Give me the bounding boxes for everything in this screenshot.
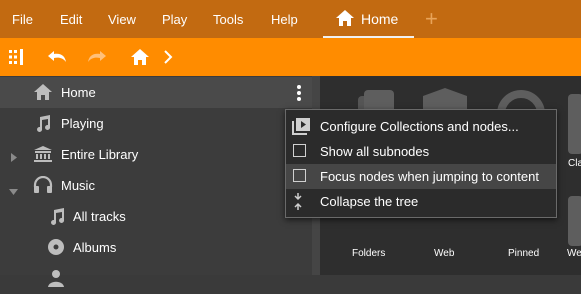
- sidebar-item-all-tracks[interactable]: All tracks: [0, 201, 312, 232]
- library-icon: [33, 145, 53, 166]
- checkbox[interactable]: [293, 144, 306, 157]
- context-menu: Configure Collections and nodes... Show …: [285, 109, 557, 218]
- tile-label-folders: Folders: [352, 248, 386, 259]
- person-icon: [47, 269, 65, 290]
- sidebar-item-label: Home: [61, 85, 96, 100]
- menu-item-collapse-tree[interactable]: Collapse the tree: [286, 189, 556, 214]
- menu-view[interactable]: View: [108, 12, 136, 27]
- home-icon: [335, 9, 355, 30]
- sidebar-item-label: Entire Library: [61, 147, 139, 162]
- sidebar-item-label: Albums: [73, 240, 117, 255]
- tile-label-pinned: Pinned: [508, 248, 540, 259]
- sidebar-item-music[interactable]: Music: [0, 170, 312, 201]
- menu-help[interactable]: Help: [271, 12, 298, 27]
- tile-label-web: Web: [434, 248, 455, 259]
- chevron-down-icon[interactable]: [9, 183, 18, 198]
- menu-item-configure-collections[interactable]: Configure Collections and nodes...: [286, 114, 556, 139]
- sidebar-item-label: Playing: [61, 116, 104, 131]
- sidebar-item-label: Music: [61, 178, 95, 193]
- menu-item-label: Configure Collections and nodes...: [320, 119, 519, 134]
- tab-home[interactable]: Home: [323, 0, 414, 38]
- home-icon[interactable]: [129, 38, 151, 76]
- menubar: File Edit View Play Tools Help Home +: [0, 0, 581, 38]
- disc-icon: [47, 238, 65, 259]
- tile-icon[interactable]: [563, 86, 581, 266]
- tile-label-we: We: [567, 248, 581, 259]
- sidebar-item-partial[interactable]: [0, 263, 312, 294]
- tile-label-cla: Cla: [568, 158, 581, 169]
- sidebar-item-label: All tracks: [73, 209, 126, 224]
- menu-tools[interactable]: Tools: [213, 12, 243, 27]
- headphones-icon: [33, 175, 53, 197]
- menu-file[interactable]: File: [12, 12, 33, 27]
- play-collection-icon: [292, 118, 310, 138]
- chevron-right-icon[interactable]: [163, 38, 173, 76]
- sidebar-toggle-icon[interactable]: [9, 38, 31, 76]
- tab-home-label: Home: [361, 11, 399, 27]
- music-note-icon: [48, 207, 66, 228]
- home-icon: [33, 83, 53, 104]
- menu-play[interactable]: Play: [162, 12, 187, 27]
- menu-item-label: Show all subnodes: [320, 144, 430, 159]
- menu-item-label: Collapse the tree: [320, 194, 419, 209]
- redo-icon[interactable]: [85, 38, 107, 76]
- plus-icon[interactable]: +: [425, 6, 438, 32]
- chevron-right-icon[interactable]: [11, 150, 17, 165]
- menu-item-show-all-subnodes[interactable]: Show all subnodes: [286, 139, 556, 164]
- sidebar-item-albums[interactable]: Albums: [0, 232, 312, 263]
- toolbar: [0, 38, 581, 76]
- menu-item-focus-nodes[interactable]: Focus nodes when jumping to content: [286, 164, 556, 189]
- collapse-icon: [293, 193, 303, 213]
- sidebar-item-home[interactable]: Home: [0, 77, 312, 108]
- music-note-icon: [34, 114, 52, 135]
- menu-item-label: Focus nodes when jumping to content: [320, 169, 539, 184]
- checkbox[interactable]: [293, 169, 306, 182]
- sidebar: Home Playing Entire Library Music All tr…: [0, 76, 312, 287]
- more-vertical-icon[interactable]: [296, 84, 302, 105]
- menu-edit[interactable]: Edit: [60, 12, 82, 27]
- sidebar-item-playing[interactable]: Playing: [0, 108, 312, 139]
- undo-icon[interactable]: [47, 38, 69, 76]
- sidebar-item-entire-library[interactable]: Entire Library: [0, 139, 312, 170]
